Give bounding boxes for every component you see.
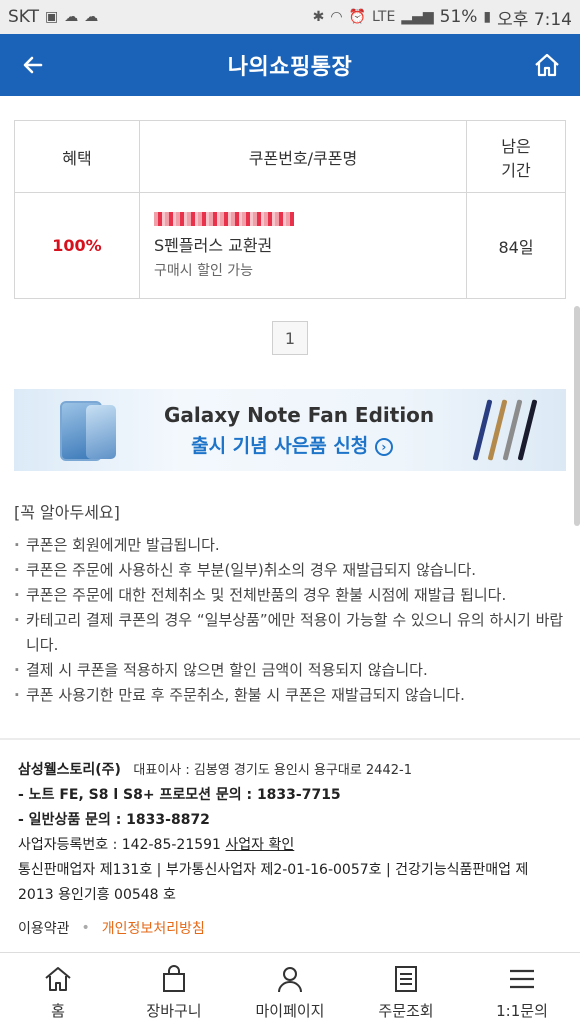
- general-inquiry: - 일반상품 문의 : 1833-8872: [18, 812, 210, 828]
- list-item: 결제 시 쿠폰을 적용하지 않으면 할인 금액이 적용되지 않습니다.: [14, 658, 566, 683]
- banner-text: Galaxy Note Fan Edition 출시 기념 사은품 신청 ›: [164, 403, 435, 458]
- home-icon: [45, 966, 71, 991]
- nav-cart[interactable]: 장바구니: [116, 953, 232, 1031]
- column-header-coupon: 쿠폰번호/쿠폰명: [139, 120, 467, 193]
- arrow-left-icon: [23, 56, 43, 74]
- benefit-cell: 100%: [14, 192, 140, 299]
- pen-icon: [517, 399, 538, 461]
- carrier-label: SKT: [8, 7, 40, 27]
- days-cell: 84일: [466, 192, 566, 299]
- banner-cta: 출시 기념 사은품 신청: [191, 435, 369, 457]
- benefit-value: 100%: [52, 236, 102, 255]
- list-item: 쿠폰은 회원에게만 발급됩니다.: [14, 533, 566, 558]
- coupon-name: S펜플러스 교환권: [154, 235, 273, 255]
- nav-label: 주문조회: [378, 1001, 434, 1020]
- user-icon: [278, 966, 302, 992]
- nav-label: 홈: [51, 1001, 65, 1020]
- coupon-note: 구매시 할인 가능: [154, 262, 254, 279]
- list-item: 카테고리 결제 쿠폰의 경우 “일부상품”에만 적용이 가능할 수 있으니 유의…: [14, 608, 566, 658]
- cloud-icon: ☁: [64, 9, 79, 25]
- page-button[interactable]: 1: [272, 321, 308, 355]
- phone-image: [86, 405, 116, 459]
- banner-subline: 출시 기념 사은품 신청 ›: [164, 431, 420, 458]
- license-info: 통신판매업자 제131호 | 부가통신사업자 제2-01-16-0057호 | …: [18, 862, 529, 903]
- days-remaining: 84일: [498, 237, 534, 257]
- nav-inquiry[interactable]: 1:1문의: [464, 953, 580, 1031]
- notice-section: [꼭 알아두세요] 쿠폰은 회원에게만 발급됩니다. 쿠폰은 주문에 사용하신 …: [14, 499, 566, 708]
- back-button[interactable]: [16, 48, 50, 82]
- battery-percent: 51%: [439, 7, 478, 27]
- company-info: 삼성웰스토리(주) 대표이사 : 김봉영 경기도 용인시 용구대로 2442-1…: [0, 740, 580, 908]
- nav-mypage[interactable]: 마이페이지: [232, 953, 348, 1031]
- pagination: 1: [14, 321, 566, 355]
- home-icon: [535, 53, 559, 77]
- cart-icon: [163, 964, 185, 992]
- pens-image: [472, 399, 538, 461]
- table-header-row: 혜택 쿠폰번호/쿠폰명 남은 기간: [14, 120, 566, 193]
- coupon-table: 혜택 쿠폰번호/쿠폰명 남은 기간 100% S펜플러스 교환권 구매시 할인 …: [14, 120, 566, 299]
- ceo-address: 대표이사 : 김봉영 경기도 용인시 용구대로 2442-1: [133, 763, 412, 778]
- business-number: 사업자등록번호 : 142-85-21591: [18, 837, 221, 853]
- clock: 오후 7:14: [497, 9, 572, 30]
- nav-label: 장바구니: [146, 1001, 202, 1020]
- nav-orders[interactable]: 주문조회: [348, 953, 464, 1031]
- nav-label: 마이페이지: [255, 1001, 325, 1020]
- column-header-days: 남은 기간: [466, 120, 566, 193]
- promo-inquiry: - 노트 FE, S8 l S8+ 프로모션 문의 : 1833-7715: [18, 787, 341, 803]
- banner-headline: Galaxy Note Fan Edition: [164, 403, 435, 427]
- scrollbar[interactable]: [574, 306, 580, 526]
- vibrate-icon: ✱: [312, 9, 325, 25]
- company-name: 삼성웰스토리(주): [18, 762, 121, 778]
- image-notification-icon: ▣: [45, 9, 59, 25]
- column-header-benefit: 혜택: [14, 120, 140, 193]
- privacy-link[interactable]: 개인정보처리방침: [102, 918, 205, 938]
- wifi-icon: ◠: [330, 9, 343, 25]
- promo-banner[interactable]: Galaxy Note Fan Edition 출시 기념 사은품 신청 ›: [14, 389, 566, 471]
- order-list-icon: [395, 965, 417, 992]
- cloud-icon: ☁: [84, 9, 99, 25]
- menu-icon: [510, 969, 534, 988]
- bottom-nav: 홈 장바구니 마이페이지 주문조회 1:1문의: [0, 952, 580, 1031]
- business-check-link[interactable]: 사업자 확인: [225, 837, 294, 853]
- nav-home[interactable]: 홈: [0, 953, 116, 1031]
- chevron-right-circle-icon: ›: [374, 437, 393, 456]
- redacted-coupon-code: [154, 211, 294, 226]
- battery-icon: ▮: [483, 9, 492, 25]
- app-header: 나의쇼핑통장: [0, 34, 580, 96]
- network-label: LTE: [372, 9, 396, 25]
- status-bar: SKT ▣ ☁ ☁ ✱ ◠ ⏰ LTE ▂▄▆ 51% ▮ 오후 7:14: [0, 0, 580, 34]
- coupon-cell: S펜플러스 교환권 구매시 할인 가능: [139, 192, 467, 299]
- notice-title: [꼭 알아두세요]: [14, 503, 120, 522]
- list-item: 쿠폰은 주문에 사용하신 후 부분(일부)취소의 경우 재발급되지 않습니다.: [14, 558, 566, 583]
- list-item: 쿠폰은 주문에 대한 전체취소 및 전체반품의 경우 환불 시점에 재발급 됩니…: [14, 583, 566, 608]
- notice-list: 쿠폰은 회원에게만 발급됩니다. 쿠폰은 주문에 사용하신 후 부분(일부)취소…: [14, 533, 566, 708]
- terms-link[interactable]: 이용약관: [18, 918, 70, 938]
- table-row: 100% S펜플러스 교환권 구매시 할인 가능 84일: [14, 192, 566, 299]
- footer-links: 이용약관 • 개인정보처리방침: [0, 908, 580, 948]
- signal-icon: ▂▄▆: [401, 9, 434, 25]
- separator-dot: •: [81, 920, 90, 936]
- page-title: 나의쇼핑통장: [227, 55, 353, 80]
- nav-label: 1:1문의: [496, 1001, 548, 1020]
- list-item: 쿠폰 사용기한 만료 후 주문취소, 환불 시 쿠폰은 재발급되지 않습니다.: [14, 683, 566, 708]
- home-button[interactable]: [530, 48, 564, 82]
- alarm-icon: ⏰: [348, 9, 367, 25]
